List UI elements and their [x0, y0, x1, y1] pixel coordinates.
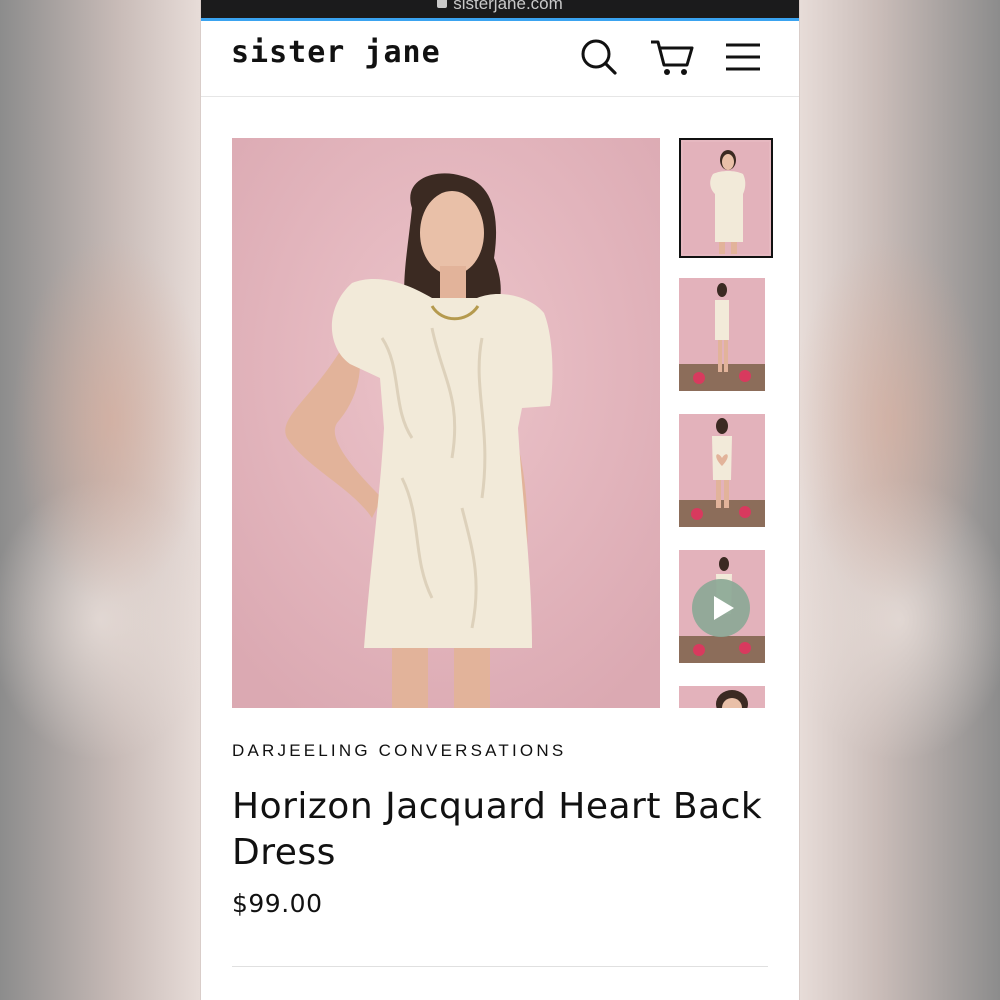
product-title: Horizon Jacquard Heart Back Dress: [232, 786, 763, 873]
thumbnail-back-view[interactable]: [679, 414, 765, 527]
background-blur-left: [0, 0, 200, 1000]
thumbnail-video[interactable]: [679, 550, 765, 663]
menu-icon[interactable]: [723, 37, 763, 77]
main-product-image[interactable]: [232, 138, 660, 708]
product-vendor[interactable]: DARJEELING CONVERSATIONS: [232, 741, 566, 761]
mobile-page: sisterjane.com sister jane DARJEELING CO…: [201, 0, 799, 1000]
site-logo[interactable]: sister jane: [231, 35, 441, 70]
site-header: sister jane: [201, 21, 799, 97]
lock-icon: [437, 0, 448, 8]
cart-icon[interactable]: [649, 37, 695, 77]
thumbnail-front-view[interactable]: [679, 138, 773, 258]
background-blur-right: [800, 0, 1000, 1000]
thumbnail-side-view[interactable]: [679, 278, 765, 391]
browser-url-bar[interactable]: sisterjane.com: [201, 0, 799, 21]
search-icon[interactable]: [579, 37, 619, 77]
play-button[interactable]: [692, 579, 750, 637]
divider: [232, 966, 768, 967]
url-text: sisterjane.com: [453, 0, 563, 13]
product-price: $99.00: [232, 889, 323, 918]
play-icon: [714, 596, 734, 620]
thumbnail-detail-view[interactable]: [679, 686, 765, 708]
